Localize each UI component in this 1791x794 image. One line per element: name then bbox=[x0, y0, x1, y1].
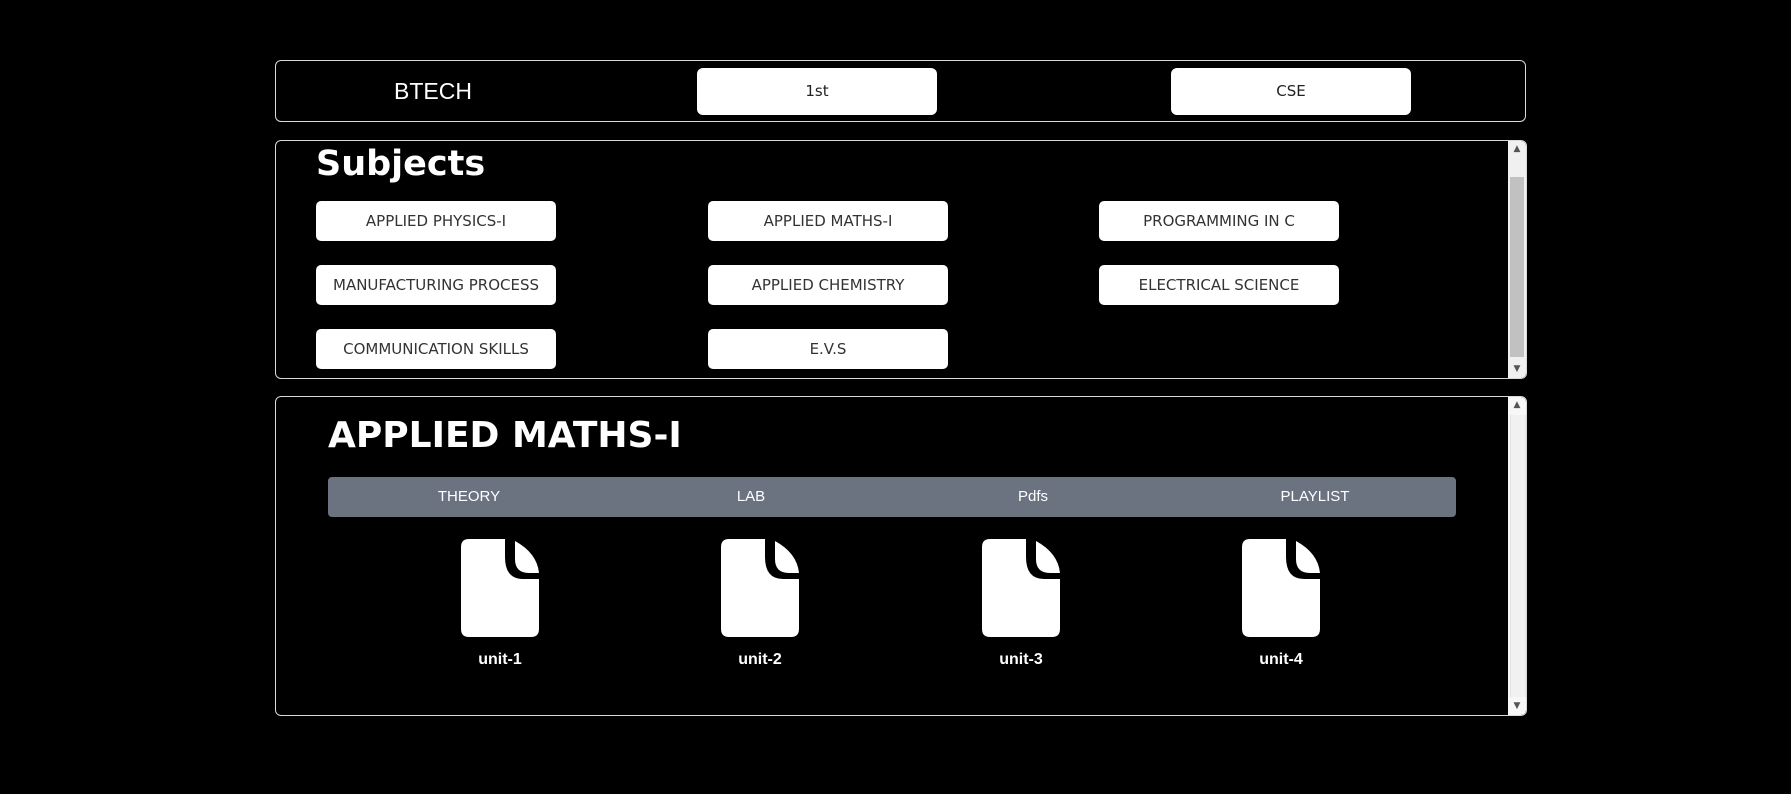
subject-title: APPLIED MATHS-I bbox=[328, 415, 682, 456]
scroll-down-arrow-icon[interactable]: ▼ bbox=[1508, 698, 1526, 715]
scroll-thumb[interactable] bbox=[1510, 177, 1524, 357]
page: BTECH 1st CSE Subjects APPLIED PHYSICS-I… bbox=[0, 0, 1791, 794]
subjects-scrollbar[interactable]: ▲ ▼ bbox=[1508, 141, 1526, 378]
scroll-up-arrow-icon[interactable]: ▲ bbox=[1508, 141, 1526, 158]
scroll-up-arrow-icon[interactable]: ▲ bbox=[1508, 397, 1526, 414]
unit-label: unit-3 bbox=[999, 651, 1043, 668]
subjects-panel: Subjects APPLIED PHYSICS-I APPLIED MATHS… bbox=[275, 140, 1527, 379]
file-icon bbox=[461, 539, 539, 637]
subject-button-applied-chemistry[interactable]: APPLIED CHEMISTRY bbox=[708, 265, 948, 305]
unit-item-4[interactable]: unit-4 bbox=[1221, 539, 1341, 669]
subject-button-applied-maths[interactable]: APPLIED MATHS-I bbox=[708, 201, 948, 241]
unit-label: unit-2 bbox=[738, 651, 782, 668]
subjects-heading: Subjects bbox=[316, 144, 486, 184]
subject-detail-panel: APPLIED MATHS-I THEORY LAB Pdfs PLAYLIST… bbox=[275, 396, 1527, 716]
file-icon bbox=[982, 539, 1060, 637]
detail-scrollbar[interactable]: ▲ ▼ bbox=[1508, 397, 1526, 715]
scroll-thumb[interactable] bbox=[1510, 415, 1526, 697]
subject-button-electrical-science[interactable]: ELECTRICAL SCIENCE bbox=[1099, 265, 1339, 305]
branch-select[interactable]: CSE bbox=[1171, 68, 1411, 115]
course-label: BTECH bbox=[394, 78, 472, 104]
unit-item-1[interactable]: unit-1 bbox=[440, 539, 560, 669]
scroll-down-arrow-icon[interactable]: ▼ bbox=[1508, 361, 1526, 378]
subject-button-evs[interactable]: E.V.S bbox=[708, 329, 948, 369]
subject-button-manufacturing-process[interactable]: MANUFACTURING PROCESS bbox=[316, 265, 556, 305]
tab-playlist[interactable]: PLAYLIST bbox=[1174, 477, 1456, 517]
subject-button-programming-in-c[interactable]: PROGRAMMING IN C bbox=[1099, 201, 1339, 241]
tab-theory[interactable]: THEORY bbox=[328, 477, 610, 517]
unit-label: unit-4 bbox=[1259, 651, 1303, 668]
subject-button-applied-physics[interactable]: APPLIED PHYSICS-I bbox=[316, 201, 556, 241]
unit-item-2[interactable]: unit-2 bbox=[700, 539, 820, 669]
resource-tabs: THEORY LAB Pdfs PLAYLIST bbox=[328, 477, 1456, 517]
subject-button-communication-skills[interactable]: COMMUNICATION SKILLS bbox=[316, 329, 556, 369]
unit-item-3[interactable]: unit-3 bbox=[961, 539, 1081, 669]
tab-pdfs[interactable]: Pdfs bbox=[892, 477, 1174, 517]
tab-lab[interactable]: LAB bbox=[610, 477, 892, 517]
unit-label: unit-1 bbox=[478, 651, 522, 668]
file-icon bbox=[1242, 539, 1320, 637]
course-selector-bar: BTECH 1st CSE bbox=[275, 60, 1526, 122]
file-icon bbox=[721, 539, 799, 637]
year-select[interactable]: 1st bbox=[697, 68, 937, 115]
